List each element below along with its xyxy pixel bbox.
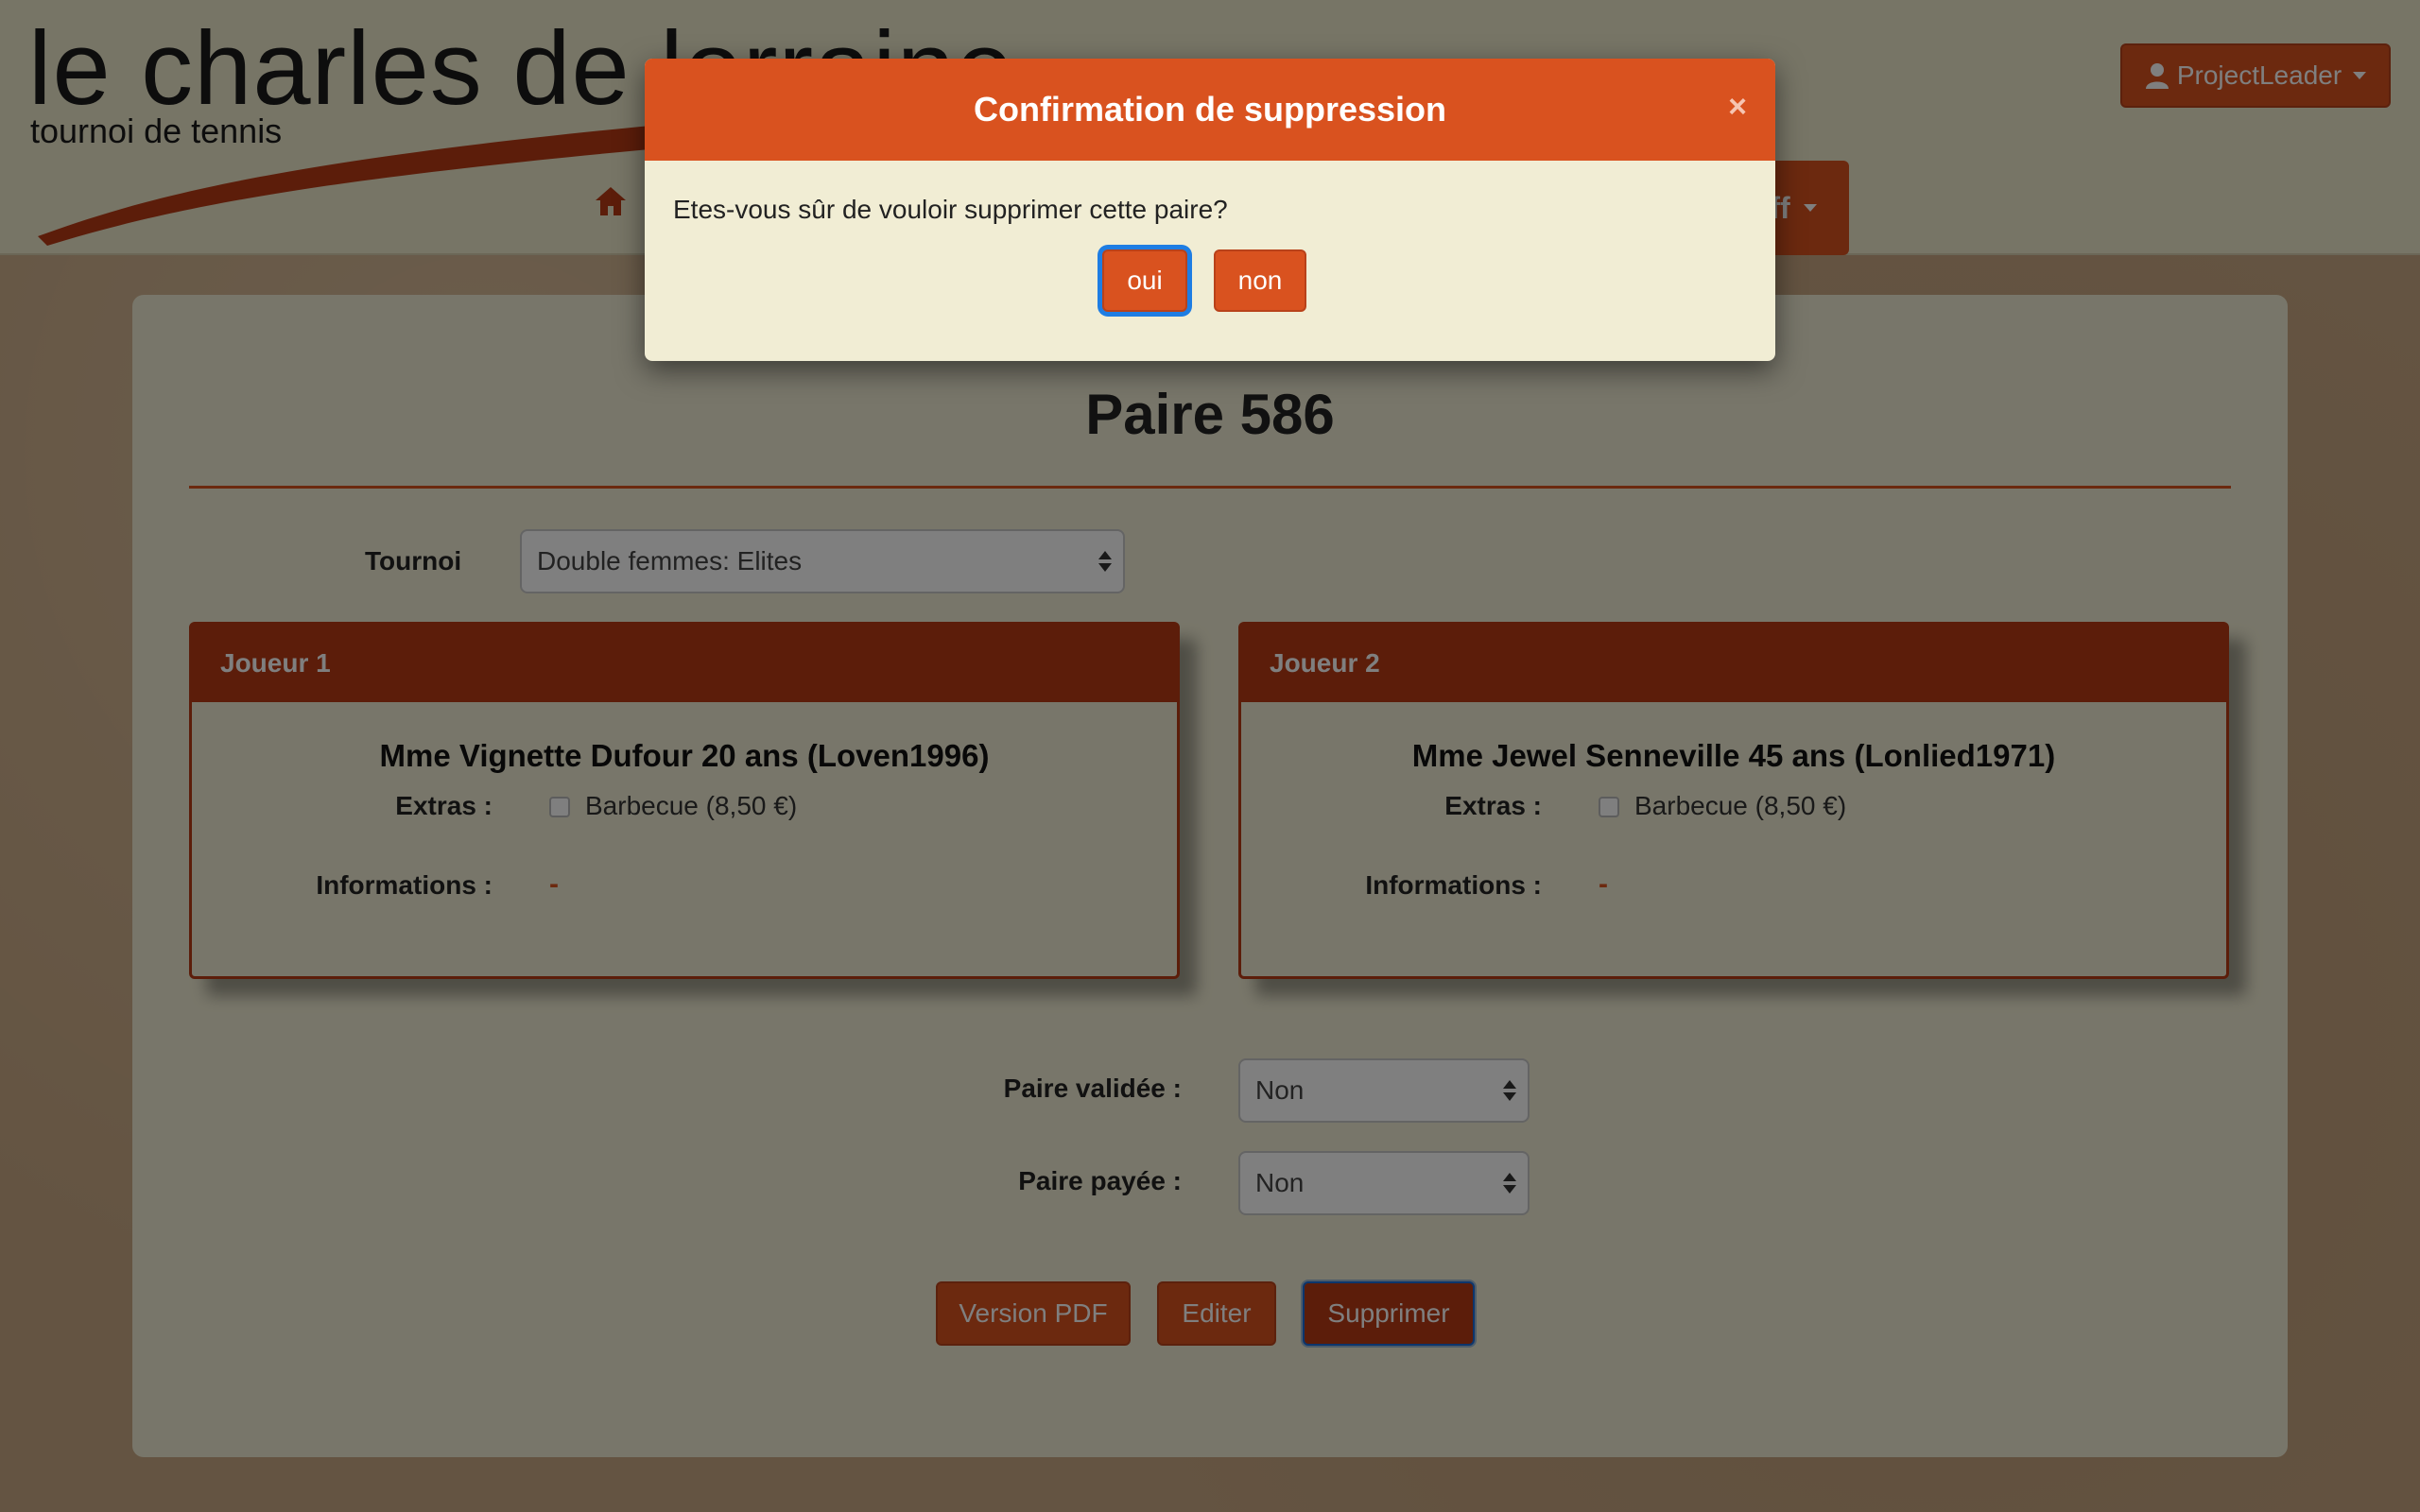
confirm-yes-button[interactable]: oui — [1102, 249, 1187, 312]
modal-header: Confirmation de suppression × — [645, 59, 1775, 161]
modal-message: Etes-vous sûr de vouloir supprimer cette… — [673, 195, 1228, 224]
delete-confirmation-modal: Confirmation de suppression × Etes-vous … — [645, 59, 1775, 361]
confirm-no-button[interactable]: non — [1214, 249, 1306, 312]
close-icon[interactable]: × — [1728, 89, 1747, 126]
modal-title: Confirmation de suppression — [973, 90, 1447, 129]
